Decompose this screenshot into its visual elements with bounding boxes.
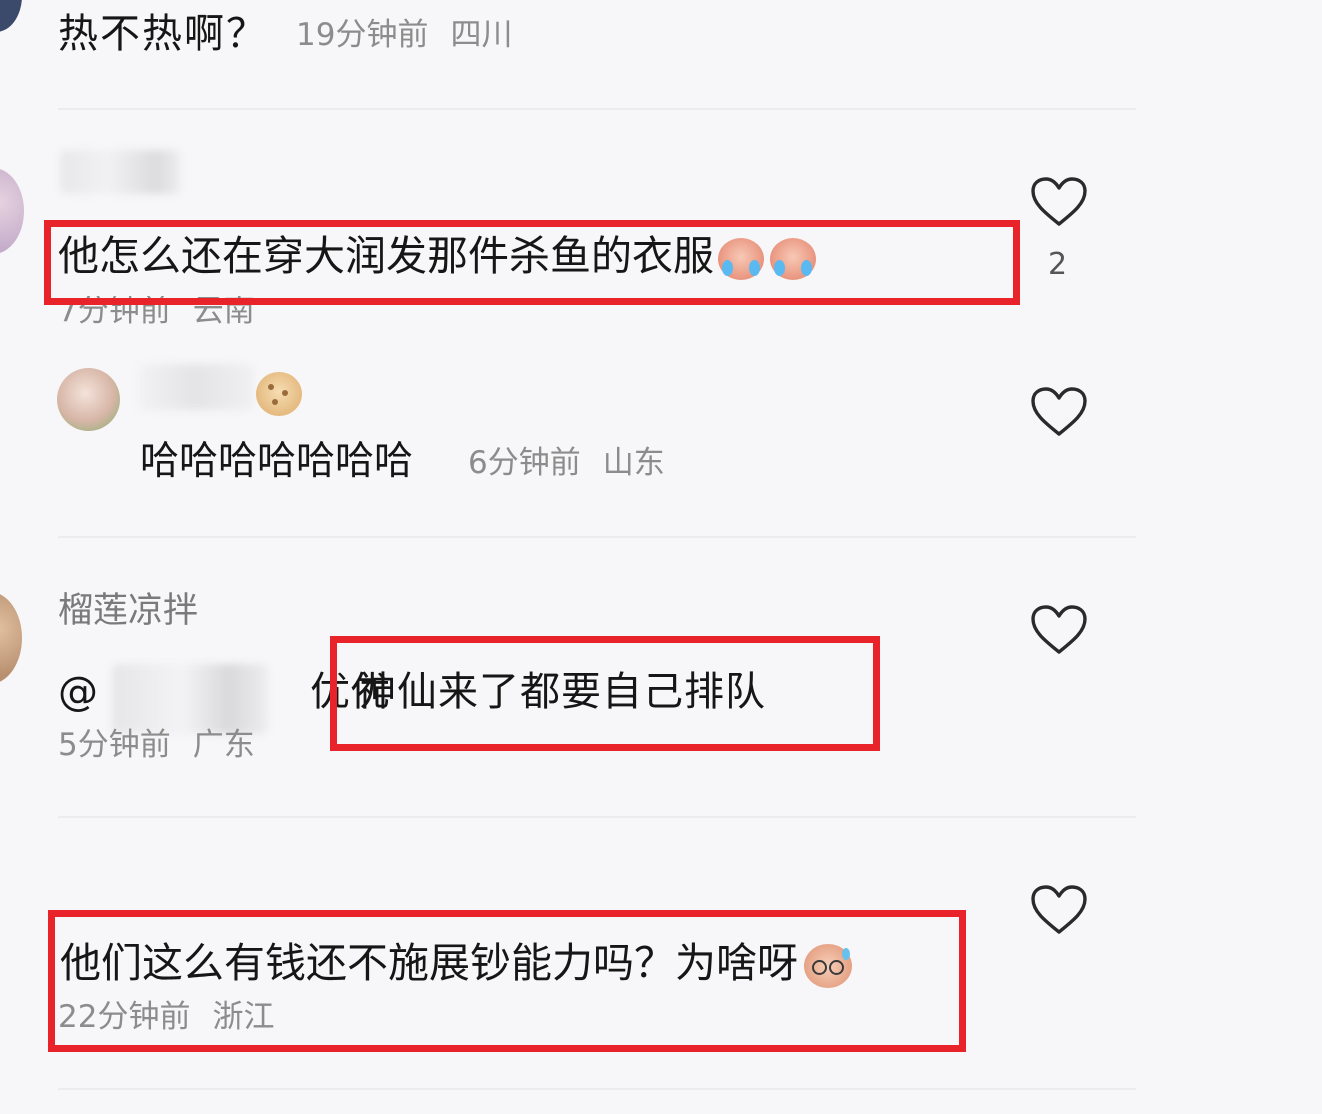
- heart-outline-icon[interactable]: [1030, 884, 1088, 936]
- comment-time: 19分钟前: [296, 17, 429, 53]
- comment-text: 神仙来了都要自己排队: [356, 669, 766, 715]
- divider: [58, 108, 1136, 110]
- sweat-glasses-icon: [804, 944, 852, 988]
- heart-outline-icon[interactable]: [1030, 386, 1088, 438]
- like-count: 2: [1048, 247, 1068, 282]
- comment-location: 山东: [602, 445, 665, 481]
- avatar[interactable]: [0, 0, 22, 32]
- blurred-username: [60, 150, 180, 194]
- comment-meta: 7分钟前 云南: [58, 296, 255, 324]
- reply-meta: 6分钟前 山东: [468, 448, 665, 479]
- blurred-username: [138, 364, 254, 410]
- comment-text: 热不热啊？: [58, 11, 268, 57]
- comment-meta: 5分钟前 广东: [58, 730, 255, 761]
- avatar[interactable]: [0, 168, 24, 254]
- comment-location: 四川: [450, 17, 513, 53]
- cry-laugh-icon: [718, 238, 764, 280]
- cry-laugh-icon: [770, 238, 816, 280]
- avatar[interactable]: [57, 368, 120, 431]
- avatar[interactable]: [0, 592, 22, 684]
- comment-meta: 19分钟前 四川: [296, 20, 512, 51]
- heart-outline-icon[interactable]: [1030, 176, 1088, 228]
- comment-text: 他怎么还在穿大润发那件杀鱼的衣服: [58, 236, 816, 280]
- comment-meta: 22分钟前 浙江: [58, 1002, 274, 1033]
- comment-time: 5分钟前: [58, 727, 171, 763]
- divider: [58, 536, 1136, 538]
- blurred-mention: [112, 664, 268, 734]
- comment-text: 他们这么有钱还不施展钞能力吗？为啥呀: [60, 943, 852, 988]
- comment-location: 浙江: [212, 999, 275, 1035]
- comment-location: 云南: [192, 296, 255, 324]
- comment-time: 7分钟前: [58, 296, 171, 324]
- reply-text: 哈哈哈哈哈哈哈: [140, 439, 414, 484]
- comment-time: 22分钟前: [58, 999, 191, 1035]
- comment-location: 广东: [192, 727, 255, 763]
- divider: [58, 1088, 1136, 1090]
- heart-outline-icon[interactable]: [1030, 604, 1088, 656]
- comment-time: 6分钟前: [468, 445, 581, 481]
- cookie-badge-icon: [256, 372, 302, 416]
- comment-username[interactable]: 榴莲凉拌: [58, 594, 198, 629]
- divider: [58, 816, 1136, 818]
